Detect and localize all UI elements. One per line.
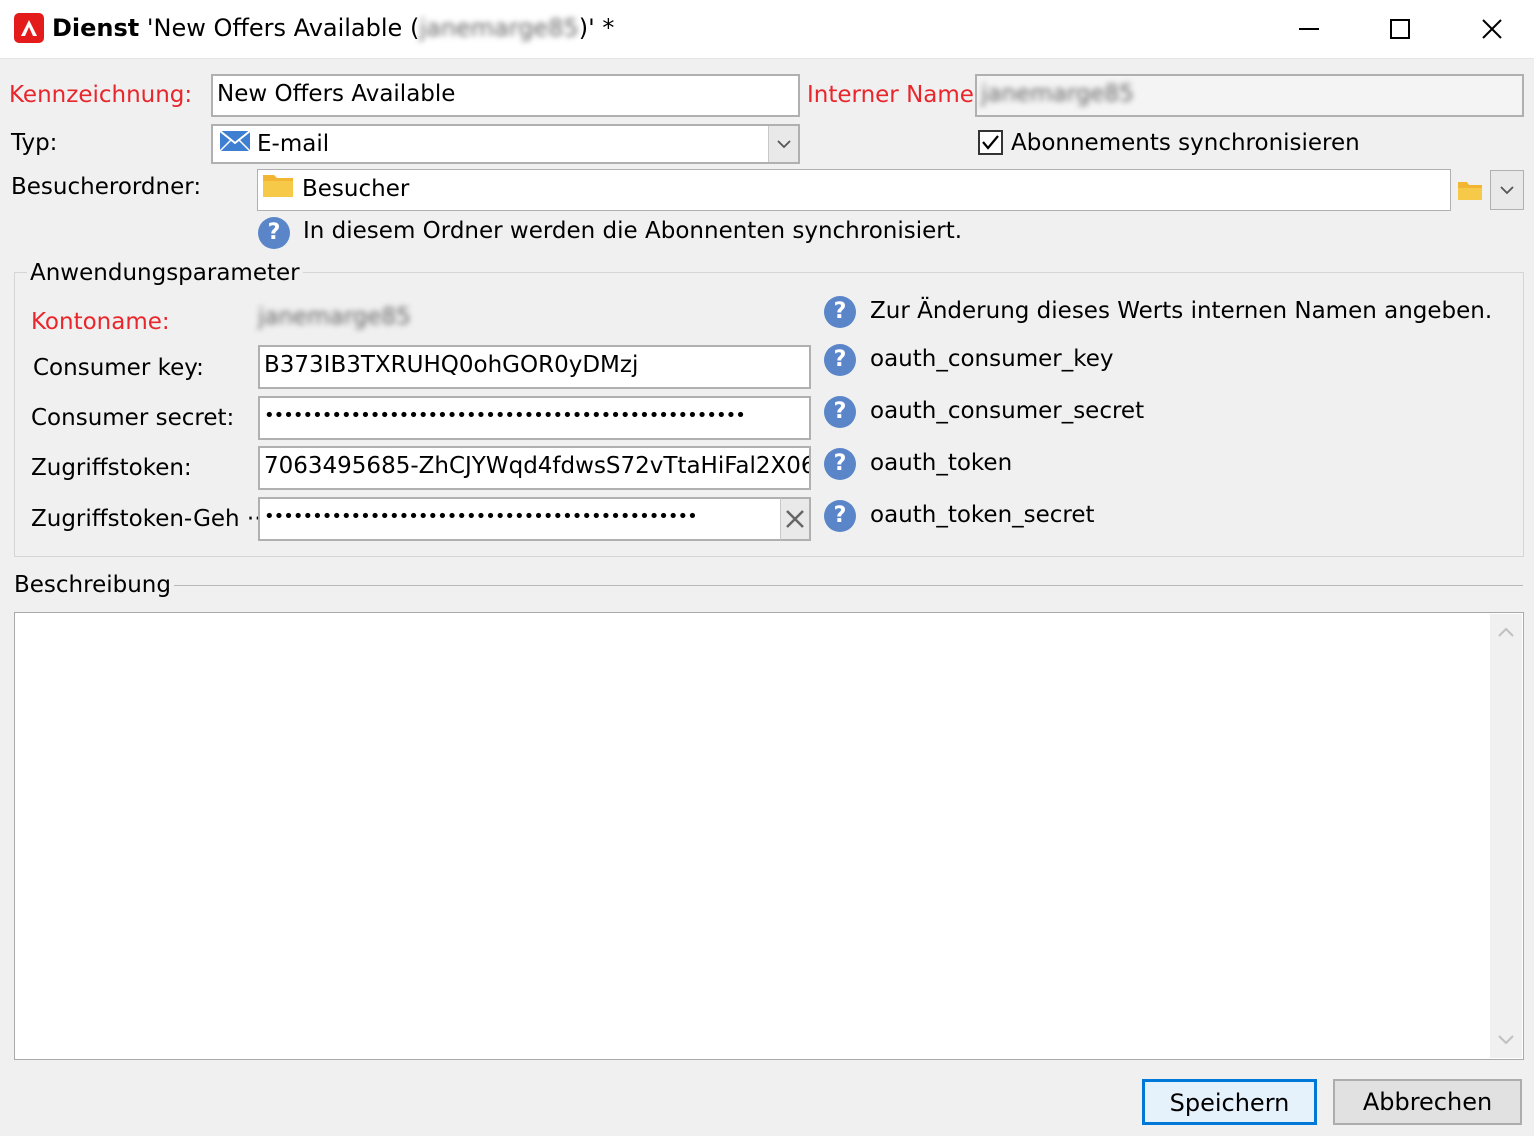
folder-hint: In diesem Ordner werden die Abonnenten s… [303,218,963,244]
label-label: Kennzeichnung: [9,82,193,108]
close-button[interactable] [1446,0,1534,58]
type-label: Typ: [11,130,58,156]
label-input[interactable]: New Offers Available [211,74,800,117]
token-secret-hint: oauth_token_secret [870,502,1095,528]
description-text [15,613,1523,625]
save-button[interactable]: Speichern [1142,1079,1317,1125]
consumer-secret-label: Consumer secret: [31,405,235,431]
checkmark-icon [982,135,999,150]
internal-name-input[interactable]: janemarge85 [975,74,1524,117]
type-dropdown-button[interactable] [768,126,798,162]
folder-value: Besucher [302,176,410,202]
access-token-label: Zugriffstoken: [31,455,192,481]
type-select-value: E-mail [257,131,330,157]
folder-browse-button[interactable] [1452,170,1488,210]
question-icon: ? [824,344,856,376]
close-icon [1482,19,1502,39]
question-icon: ? [824,396,856,428]
consumer-key-hint: oauth_consumer_key [870,346,1114,372]
title-account-blurred: janemarge85 [419,14,579,42]
account-value: janemarge85 [258,304,411,330]
folder-dropdown-button[interactable] [1490,170,1524,210]
app-params-legend: Anwendungsparameter [27,258,303,288]
folder-input[interactable]: Besucher [257,169,1451,211]
chevron-down-icon [776,140,791,149]
cancel-button[interactable]: Abbrechen [1333,1079,1522,1125]
access-token-input[interactable]: 7063495685-ZhCJYWqd4fdwsS72vTtaHiFal2X06… [258,446,811,490]
description-scrollbar[interactable] [1490,614,1522,1058]
token-secret-input[interactable]: ••••••••••••••••••••••••••••••••••••••••… [258,497,781,541]
internal-name-label: Interner Name: [807,82,982,108]
minimize-button[interactable] [1263,0,1355,58]
question-icon: ? [824,500,856,532]
description-legend: Beschreibung [11,570,174,600]
question-icon: ? [258,217,290,249]
envelope-icon [219,127,251,163]
description-textarea[interactable] [14,612,1524,1060]
consumer-key-label: Consumer key: [33,355,204,381]
clear-button[interactable] [780,497,811,541]
scroll-down-icon[interactable] [1490,1022,1522,1058]
adobe-campaign-icon [14,13,44,43]
access-token-hint: oauth_token [870,450,1013,476]
sync-checkbox-label[interactable]: Abonnements synchronisieren [1011,128,1360,158]
scroll-up-icon[interactable] [1490,614,1522,650]
type-select[interactable]: E-mail [211,124,800,164]
question-icon: ? [824,448,856,480]
clear-icon [786,510,804,528]
token-secret-label: Zugriffstoken-Geh ··· [31,506,269,532]
window-title: Dienst 'New Offers Available (janemarge8… [52,14,615,42]
maximize-icon [1390,19,1410,39]
account-hint: Zur Änderung dieses Werts internen Namen… [870,298,1493,324]
folder-icon [1458,182,1482,200]
consumer-key-input[interactable]: B373IB3TXRUHQ0ohGOR0yDMzj [258,345,811,389]
question-icon: ? [824,296,856,328]
minimize-icon [1299,28,1319,30]
chevron-down-icon [1500,186,1514,195]
consumer-secret-input[interactable]: ••••••••••••••••••••••••••••••••••••••••… [258,396,811,440]
consumer-secret-hint: oauth_consumer_secret [870,398,1145,424]
folder-label: Besucherordner: [11,174,202,200]
maximize-button[interactable] [1354,0,1446,58]
account-label: Kontoname: [31,309,170,335]
folder-icon [262,170,294,209]
sync-checkbox[interactable] [978,130,1003,155]
description-separator [167,585,1523,586]
